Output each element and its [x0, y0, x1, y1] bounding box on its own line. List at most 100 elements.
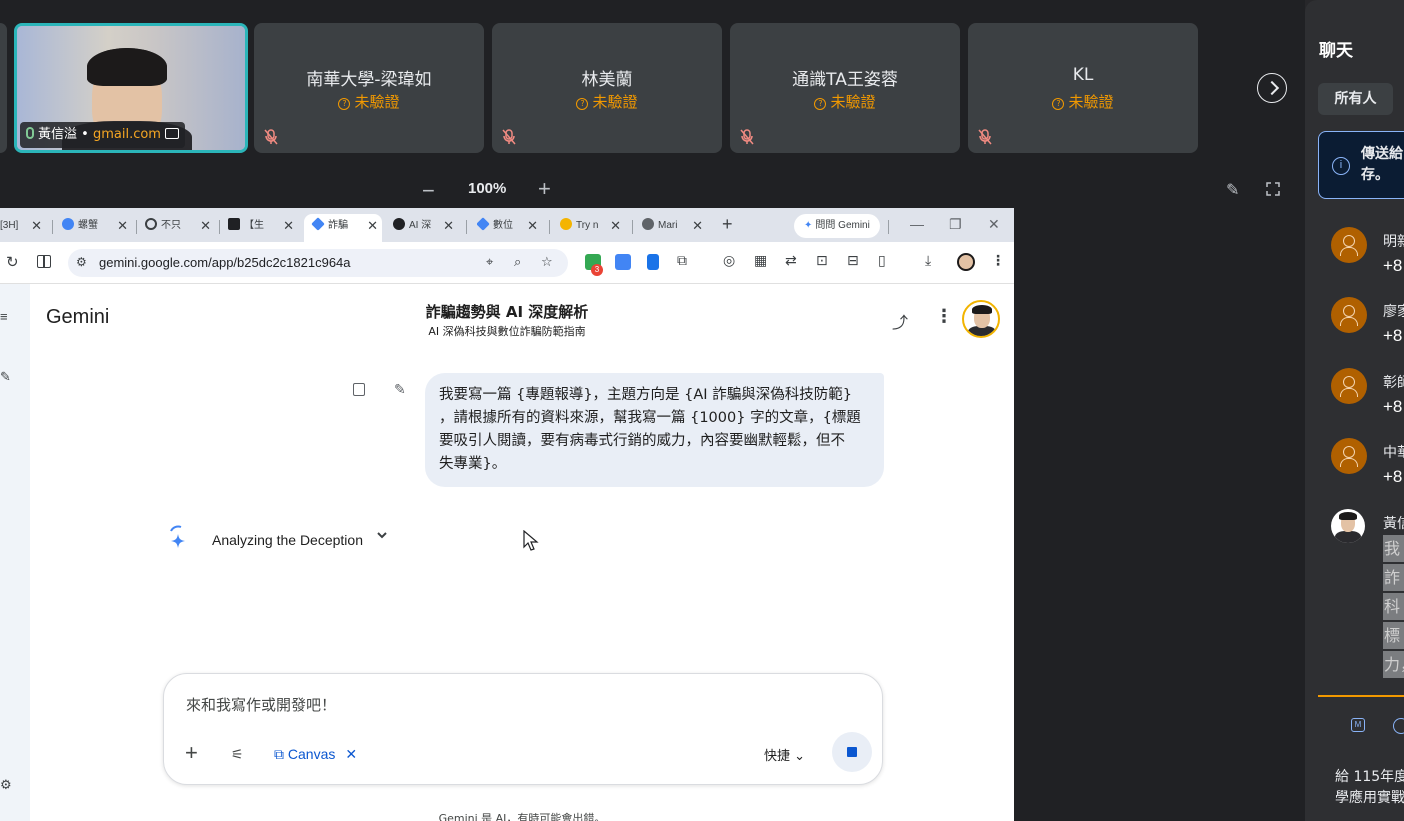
stop-generating-button[interactable] — [832, 732, 872, 772]
omnibox[interactable]: ⚙ gemini.google.com/app/b25dc2c1821c964a… — [68, 249, 568, 277]
message-text-highlighted[interactable]: 力， — [1383, 651, 1404, 678]
unverified-label: 未驗證 — [1068, 93, 1114, 111]
mic-off-icon — [740, 129, 754, 145]
chat-notice-text: 傳送給 存。 — [1361, 146, 1403, 183]
close-tab-icon[interactable]: ✕ — [527, 214, 538, 238]
edit-pencil-icon[interactable]: ✎ — [394, 381, 406, 398]
close-tab-icon[interactable]: ✕ — [692, 214, 703, 238]
participant-tile[interactable]: 通識TA王姿蓉 ? 未驗證 — [730, 23, 960, 153]
gemini-spark-thinking-icon — [170, 525, 185, 548]
account-avatar[interactable] — [962, 300, 1000, 338]
restore-button[interactable]: ❐ — [949, 216, 962, 233]
chevron-down-icon: ⌄ — [794, 749, 806, 764]
tools-icon[interactable]: ⚟ — [231, 746, 244, 763]
participant-name: 林美蘭 — [581, 70, 633, 90]
emoji-icon[interactable] — [1393, 718, 1404, 734]
participant-tile[interactable]: 南華大學-梁瑋如 ? 未驗證 — [254, 23, 484, 153]
fullscreen-icon[interactable] — [1266, 182, 1280, 196]
user-message-line: 我要寫一篇 {專題報導}，主題方向是 {AI 詐騙與深偽科技防範} — [439, 387, 852, 403]
close-tab-icon[interactable]: ✕ — [283, 214, 294, 238]
new-tab-button[interactable]: + — [722, 214, 733, 235]
anonymous-avatar — [1331, 438, 1367, 474]
minimize-button[interactable]: — — [910, 216, 924, 232]
user-message-line: ，請根據所有的資料來源，幫我寫一篇 {1000} 字的文章，{標題 — [439, 410, 861, 426]
self-chat-avatar — [1331, 509, 1365, 543]
qr-code-icon[interactable]: ▦ — [754, 252, 767, 269]
browser-profile-avatar[interactable] — [957, 253, 975, 271]
ask-gemini-button[interactable]: ✦ 問問 Gemini — [794, 214, 880, 238]
browser-tab[interactable]: 數位 ✕ — [477, 214, 542, 242]
zoom-in-button[interactable]: + — [538, 176, 551, 202]
mic-off-icon — [502, 129, 516, 145]
browser-tab[interactable]: 不只 ✕ — [145, 214, 215, 242]
tab-strip: [3H] ✕ 螺蟹 ✕ 不只 ✕ 【生 ✕ 詐騙 ✕ AI 深 ✕ 數位 ✕ Try n ✕ M… — [0, 208, 1014, 242]
close-window-button[interactable]: ✕ — [988, 216, 1000, 233]
site-info-icon[interactable]: ⚙ — [76, 255, 87, 269]
tab-favicon-icon — [393, 218, 405, 230]
browser-tab[interactable]: Mari ✕ — [642, 214, 707, 242]
extensions-puzzle-icon[interactable]: ⧉ — [677, 252, 687, 269]
share-icon[interactable]: ⤴ — [892, 309, 908, 333]
location-icon[interactable]: ⌖ — [486, 254, 493, 270]
browser-tab[interactable]: [3H] ✕ — [0, 214, 46, 242]
zoom-icon[interactable]: ⌕ — [514, 254, 521, 270]
participant-tile[interactable]: KL ? 未驗證 — [968, 23, 1198, 153]
browser-menu-icon[interactable]: ⋮ — [991, 252, 1005, 269]
browser-tab-active[interactable]: 詐騙 ✕ — [304, 214, 382, 242]
ask-gemini-label: 問問 Gemini — [815, 220, 870, 231]
browser-tab[interactable]: AI 深 ✕ — [393, 214, 458, 242]
question-circle-icon: ? — [576, 98, 589, 110]
new-chat-icon[interactable]: ✎ — [0, 369, 11, 385]
message-text: +8 — [1383, 397, 1403, 416]
chat-notice: i 傳送給 存。 — [1318, 131, 1404, 199]
message-text-highlighted[interactable]: 我要 — [1383, 535, 1404, 562]
model-selector[interactable]: 快捷 ⌄ — [764, 745, 805, 764]
browser-tab[interactable]: 螺蟹 ✕ — [62, 214, 132, 242]
reading-mode-icon[interactable]: ▯ — [878, 252, 886, 269]
close-tab-icon[interactable]: ✕ — [31, 214, 42, 238]
recipient-everyone-button[interactable]: 所有人 — [1318, 83, 1393, 115]
participant-tile[interactable]: 林美蘭 ? 未驗證 — [492, 23, 722, 153]
docs-extension-icon[interactable] — [647, 254, 659, 270]
participant-tile-partial[interactable] — [0, 23, 7, 153]
message-text-highlighted[interactable]: 詐騙 — [1383, 564, 1404, 591]
zoom-out-button[interactable]: − — [422, 178, 435, 204]
reload-icon[interactable]: ↻ — [6, 253, 19, 271]
chat-draft-input[interactable]: 給 115年度 學應用實戰 — [1335, 767, 1404, 809]
close-tab-icon[interactable]: ✕ — [117, 214, 128, 238]
cast-icon[interactable]: ⊡ — [816, 252, 828, 269]
close-tab-icon[interactable]: ✕ — [610, 214, 621, 238]
search-tab-icon[interactable]: ⊟ — [847, 252, 859, 269]
browser-tab[interactable]: 【生 ✕ — [228, 214, 298, 242]
prompt-placeholder[interactable]: 來和我寫作或開發吧！ — [186, 694, 336, 715]
settings-gear-icon[interactable]: ⚙ — [0, 777, 12, 793]
translate-extension-icon[interactable] — [615, 254, 631, 270]
self-video-tile[interactable]: 黃信溢 • gmail.com — [14, 23, 248, 153]
message-text: +8 — [1383, 467, 1403, 486]
lens-icon[interactable]: ◎ — [723, 252, 735, 269]
message-text-highlighted[interactable]: 科技 — [1383, 593, 1404, 620]
message-text-highlighted[interactable]: 標題 — [1383, 622, 1404, 649]
browser-tab[interactable]: Try n ✕ — [560, 214, 625, 242]
close-tab-icon[interactable]: ✕ — [200, 214, 211, 238]
copy-icon[interactable] — [353, 383, 365, 396]
canvas-chip[interactable]: ⧉ Canvas ✕ — [274, 746, 357, 763]
close-tab-icon[interactable]: ✕ — [443, 214, 454, 238]
prompt-composer[interactable]: 來和我寫作或開發吧！ + ⚟ ⧉ Canvas ✕ 快捷 ⌄ — [163, 673, 883, 785]
translate-icon[interactable]: ⇄ — [785, 252, 797, 269]
annotate-icon[interactable]: ✎ — [1226, 180, 1239, 200]
thinking-label[interactable]: Analyzing the Deception — [212, 532, 363, 548]
chevron-down-icon[interactable] — [375, 528, 389, 542]
add-files-icon[interactable]: + — [185, 740, 198, 766]
next-participants-button[interactable] — [1257, 73, 1287, 103]
close-tab-icon[interactable]: ✕ — [367, 214, 378, 238]
bookmark-star-icon[interactable]: ☆ — [541, 254, 553, 270]
remove-canvas-icon[interactable]: ✕ — [345, 746, 357, 762]
tab-label: Try n — [576, 220, 599, 231]
more-options-icon[interactable]: ⋮ — [935, 306, 953, 327]
download-icon[interactable]: ⤓ — [925, 252, 931, 269]
url-text[interactable]: gemini.google.com/app/b25dc2c1821c964a — [99, 255, 351, 270]
participant-strip: 黃信溢 • gmail.com 南華大學-梁瑋如 ? 未驗證 林美蘭 ? 未驗證 通… — [0, 0, 1300, 170]
formatting-icon[interactable]: M — [1351, 718, 1365, 732]
split-view-icon[interactable] — [37, 255, 51, 268]
